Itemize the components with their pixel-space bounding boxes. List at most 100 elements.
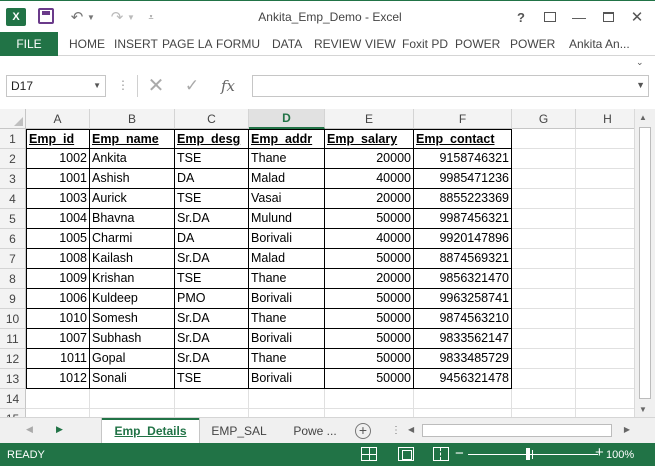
table-cell[interactable]: 1003 <box>26 189 90 209</box>
table-cell[interactable]: 50000 <box>325 329 414 349</box>
empty-cell[interactable] <box>576 309 634 329</box>
scroll-down-icon[interactable]: ▼ <box>639 405 647 414</box>
empty-cell[interactable] <box>576 189 634 209</box>
table-cell[interactable]: 50000 <box>325 289 414 309</box>
table-cell[interactable]: 50000 <box>325 249 414 269</box>
empty-cell[interactable] <box>414 389 512 409</box>
row-header-4[interactable]: 4 <box>0 189 26 209</box>
tab-formulas[interactable]: FORMU <box>216 32 260 56</box>
table-cell[interactable]: 9874563210 <box>414 309 512 329</box>
row-header-12[interactable]: 12 <box>0 349 26 369</box>
empty-cell[interactable] <box>512 349 576 369</box>
empty-cell[interactable] <box>325 409 414 417</box>
empty-cell[interactable] <box>576 229 634 249</box>
table-cell[interactable]: 1006 <box>26 289 90 309</box>
table-cell[interactable]: PMO <box>175 289 249 309</box>
row-header-6[interactable]: 6 <box>0 229 26 249</box>
table-header-cell[interactable]: Emp_desg <box>175 129 249 149</box>
row-header-14[interactable]: 14 <box>0 389 26 409</box>
table-cell[interactable]: 9987456321 <box>414 209 512 229</box>
table-cell[interactable]: Borivali <box>249 289 325 309</box>
empty-cell[interactable] <box>175 409 249 417</box>
tab-file[interactable]: FILE <box>0 32 58 56</box>
tab-power-2[interactable]: POWER <box>510 32 555 56</box>
table-cell[interactable]: Kuldeep <box>90 289 175 309</box>
scroll-up-icon[interactable]: ▲ <box>639 113 647 122</box>
column-header-c[interactable]: C <box>175 109 249 129</box>
table-header-cell[interactable]: Emp_id <box>26 129 90 149</box>
table-cell[interactable]: 9920147896 <box>414 229 512 249</box>
tab-home[interactable]: HOME <box>69 32 105 56</box>
empty-cell[interactable] <box>512 409 576 417</box>
ribbon-display-options-button[interactable] <box>539 7 561 27</box>
enter-icon[interactable]: ✓ <box>178 75 206 97</box>
vertical-scrollbar[interactable]: ▲ ▼ <box>634 109 655 417</box>
chevron-down-icon[interactable]: ▼ <box>636 80 645 90</box>
table-cell[interactable]: 8874569321 <box>414 249 512 269</box>
table-header-cell[interactable]: Emp_contact <box>414 129 512 149</box>
table-cell[interactable]: Bhavna <box>90 209 175 229</box>
table-cell[interactable]: 40000 <box>325 169 414 189</box>
empty-cell[interactable] <box>576 209 634 229</box>
table-cell[interactable]: 1004 <box>26 209 90 229</box>
help-button[interactable]: ? <box>510 7 532 27</box>
table-cell[interactable]: 1010 <box>26 309 90 329</box>
drag-handle-icon[interactable]: ⋮ <box>117 78 129 92</box>
table-cell[interactable]: Sr.DA <box>175 209 249 229</box>
row-header-11[interactable]: 11 <box>0 329 26 349</box>
column-header-g[interactable]: G <box>512 109 576 129</box>
table-cell[interactable]: 50000 <box>325 349 414 369</box>
table-header-cell[interactable]: Emp_name <box>90 129 175 149</box>
empty-cell[interactable] <box>512 149 576 169</box>
empty-cell[interactable] <box>576 329 634 349</box>
empty-cell[interactable] <box>576 249 634 269</box>
table-cell[interactable]: Sr.DA <box>175 349 249 369</box>
empty-cell[interactable] <box>175 389 249 409</box>
table-cell[interactable]: Thane <box>249 149 325 169</box>
empty-cell[interactable] <box>576 169 634 189</box>
table-cell[interactable]: 1005 <box>26 229 90 249</box>
horizontal-scrollbar[interactable]: ◀ ▶ <box>404 423 632 439</box>
row-header-5[interactable]: 5 <box>0 209 26 229</box>
zoom-out-button[interactable]: − <box>455 445 464 462</box>
table-cell[interactable]: 20000 <box>325 269 414 289</box>
empty-cell[interactable] <box>512 229 576 249</box>
empty-cell[interactable] <box>576 349 634 369</box>
table-cell[interactable]: 9963258741 <box>414 289 512 309</box>
table-cell[interactable]: 8855223369 <box>414 189 512 209</box>
column-header-e[interactable]: E <box>325 109 414 129</box>
table-cell[interactable]: 9158746321 <box>414 149 512 169</box>
empty-cell[interactable] <box>512 369 576 389</box>
horizontal-scroll-thumb[interactable] <box>422 424 612 437</box>
table-cell[interactable]: 9833485729 <box>414 349 512 369</box>
sheet-tab-emp-sal[interactable]: EMP_SAL <box>201 418 277 443</box>
table-cell[interactable]: 20000 <box>325 149 414 169</box>
chevron-down-icon[interactable]: ▼ <box>93 81 101 90</box>
table-cell[interactable]: Sonali <box>90 369 175 389</box>
row-header-3[interactable]: 3 <box>0 169 26 189</box>
tab-foxit-pdf[interactable]: Foxit PD <box>402 32 448 56</box>
column-header-b[interactable]: B <box>90 109 175 129</box>
normal-view-icon[interactable] <box>361 447 377 461</box>
table-header-cell[interactable]: Emp_salary <box>325 129 414 149</box>
page-layout-view-icon[interactable] <box>398 447 414 461</box>
empty-cell[interactable] <box>90 389 175 409</box>
table-cell[interactable]: Thane <box>249 309 325 329</box>
column-header-f[interactable]: F <box>414 109 512 129</box>
table-cell[interactable]: 50000 <box>325 209 414 229</box>
empty-cell[interactable] <box>576 289 634 309</box>
empty-cell[interactable] <box>512 249 576 269</box>
empty-cell[interactable] <box>576 389 634 409</box>
table-cell[interactable]: Thane <box>249 349 325 369</box>
table-cell[interactable]: Ankita <box>90 149 175 169</box>
excel-logo-icon[interactable]: X <box>6 8 26 26</box>
zoom-slider-thumb[interactable] <box>526 448 530 460</box>
row-header-9[interactable]: 9 <box>0 289 26 309</box>
empty-cell[interactable] <box>512 329 576 349</box>
cancel-icon[interactable]: ✕ <box>142 75 170 97</box>
table-cell[interactable]: 40000 <box>325 229 414 249</box>
undo-icon[interactable]: ↶ <box>68 8 86 26</box>
empty-cell[interactable] <box>576 149 634 169</box>
tab-review[interactable]: REVIEW <box>314 32 361 56</box>
empty-cell[interactable] <box>512 169 576 189</box>
